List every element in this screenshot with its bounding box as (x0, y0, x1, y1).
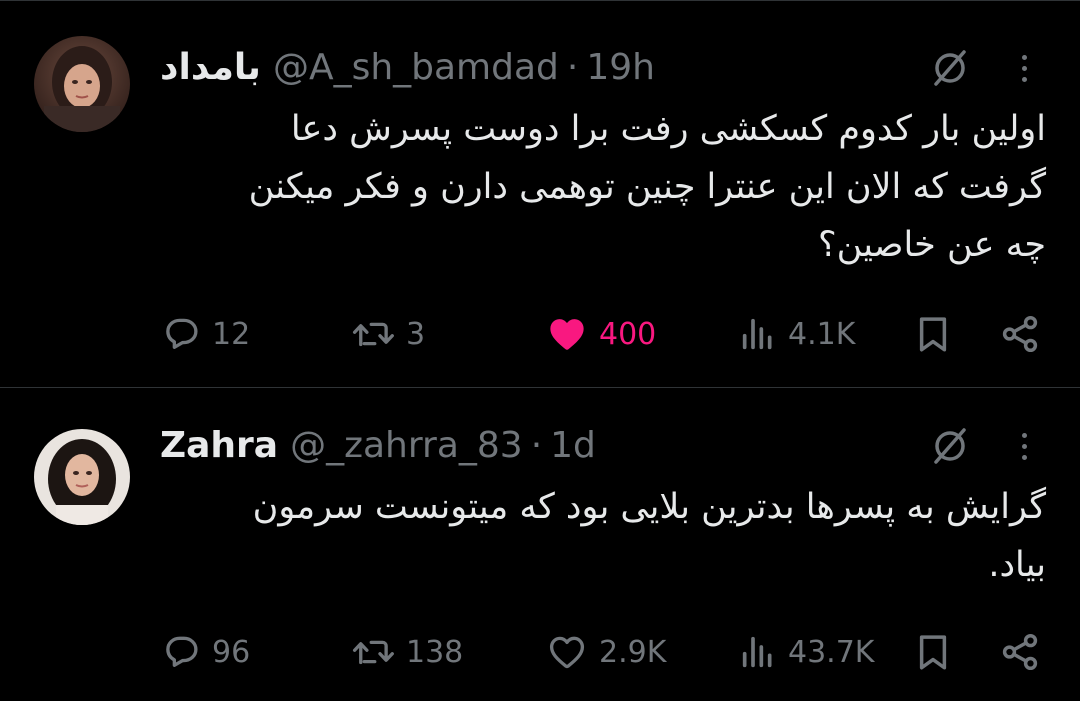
display-name[interactable]: بامداد (160, 44, 261, 92)
timestamp[interactable]: 1d (550, 422, 596, 470)
tweet-text: گرایش به پسرها بدترین بلایی بود که میتون… (253, 478, 1046, 594)
separator-dot: · (530, 425, 543, 466)
tweet[interactable]: بامداد @A_sh_bamdad · 19h اولین بار کدوم… (0, 0, 1080, 387)
separator-dot: · (566, 47, 579, 88)
tweet-text-line: گرفت که الان این عنترا چنین توهمی دارن و… (248, 167, 1046, 207)
tweet[interactable]: Zahra @_zahrra_83 · 1d گرایش به پسرها بد… (0, 388, 1080, 701)
tweet-actions: 96 138 2.9K 43.7K (0, 628, 1080, 676)
like-count: 400 (599, 316, 657, 352)
share-icon (1002, 315, 1038, 353)
tweet-text-line: چه عن خاصین؟ (818, 225, 1046, 265)
reply-icon (166, 636, 198, 667)
tweet-text: اولین بار کدوم کسکشی رفت برا دوست پسرش د… (249, 100, 1046, 274)
views-button[interactable]: 4.1K (738, 310, 855, 358)
bookmark-icon (919, 317, 947, 352)
retweet-button[interactable]: 138 (350, 628, 463, 676)
tweet-text-line: بیاد. (988, 545, 1046, 585)
views-count: 4.1K (788, 316, 856, 352)
grok-icon[interactable] (928, 424, 972, 468)
bookmark-icon (919, 635, 947, 670)
avatar[interactable] (34, 429, 130, 525)
reply-count: 96 (212, 634, 251, 670)
like-button[interactable]: 400 (545, 310, 656, 358)
reply-button[interactable]: 96 (160, 628, 250, 676)
retweet-icon (352, 322, 394, 347)
reply-count: 12 (212, 316, 251, 352)
more-icon[interactable] (1012, 46, 1036, 90)
retweet-count: 138 (406, 634, 464, 670)
tweet-text-line: گرایش به پسرها بدترین بلایی بود که میتون… (252, 487, 1046, 527)
grok-icon[interactable] (928, 46, 972, 90)
share-button[interactable] (998, 310, 1042, 358)
like-icon (550, 319, 584, 350)
views-button[interactable]: 43.7K (738, 628, 874, 676)
bookmark-button[interactable] (912, 628, 954, 676)
views-icon (742, 318, 772, 350)
retweet-button[interactable]: 3 (350, 310, 425, 358)
tweet-actions: 12 3 400 4.1K (0, 310, 1080, 358)
share-icon (1002, 633, 1038, 671)
share-button[interactable] (998, 628, 1042, 676)
bookmark-button[interactable] (912, 310, 954, 358)
views-count: 43.7K (788, 634, 875, 670)
like-button[interactable]: 2.9K (545, 628, 666, 676)
tweet-text-line: اولین بار کدوم کسکشی رفت برا دوست پسرش د… (290, 109, 1046, 149)
display-name[interactable]: Zahra (160, 422, 278, 470)
handle[interactable]: @A_sh_bamdad (273, 44, 559, 92)
avatar[interactable] (34, 36, 130, 132)
timestamp[interactable]: 19h (586, 44, 655, 92)
like-count: 2.9K (599, 634, 667, 670)
tweet-header: Zahra @_zahrra_83 · 1d (160, 422, 596, 470)
reply-button[interactable]: 12 (160, 310, 250, 358)
more-icon[interactable] (1012, 424, 1036, 468)
like-icon (549, 636, 585, 669)
reply-icon (166, 318, 198, 349)
retweet-count: 3 (406, 316, 426, 352)
handle[interactable]: @_zahrra_83 (290, 422, 523, 470)
views-icon (742, 636, 772, 668)
retweet-icon (352, 640, 394, 665)
tweet-header: بامداد @A_sh_bamdad · 19h (160, 44, 655, 92)
